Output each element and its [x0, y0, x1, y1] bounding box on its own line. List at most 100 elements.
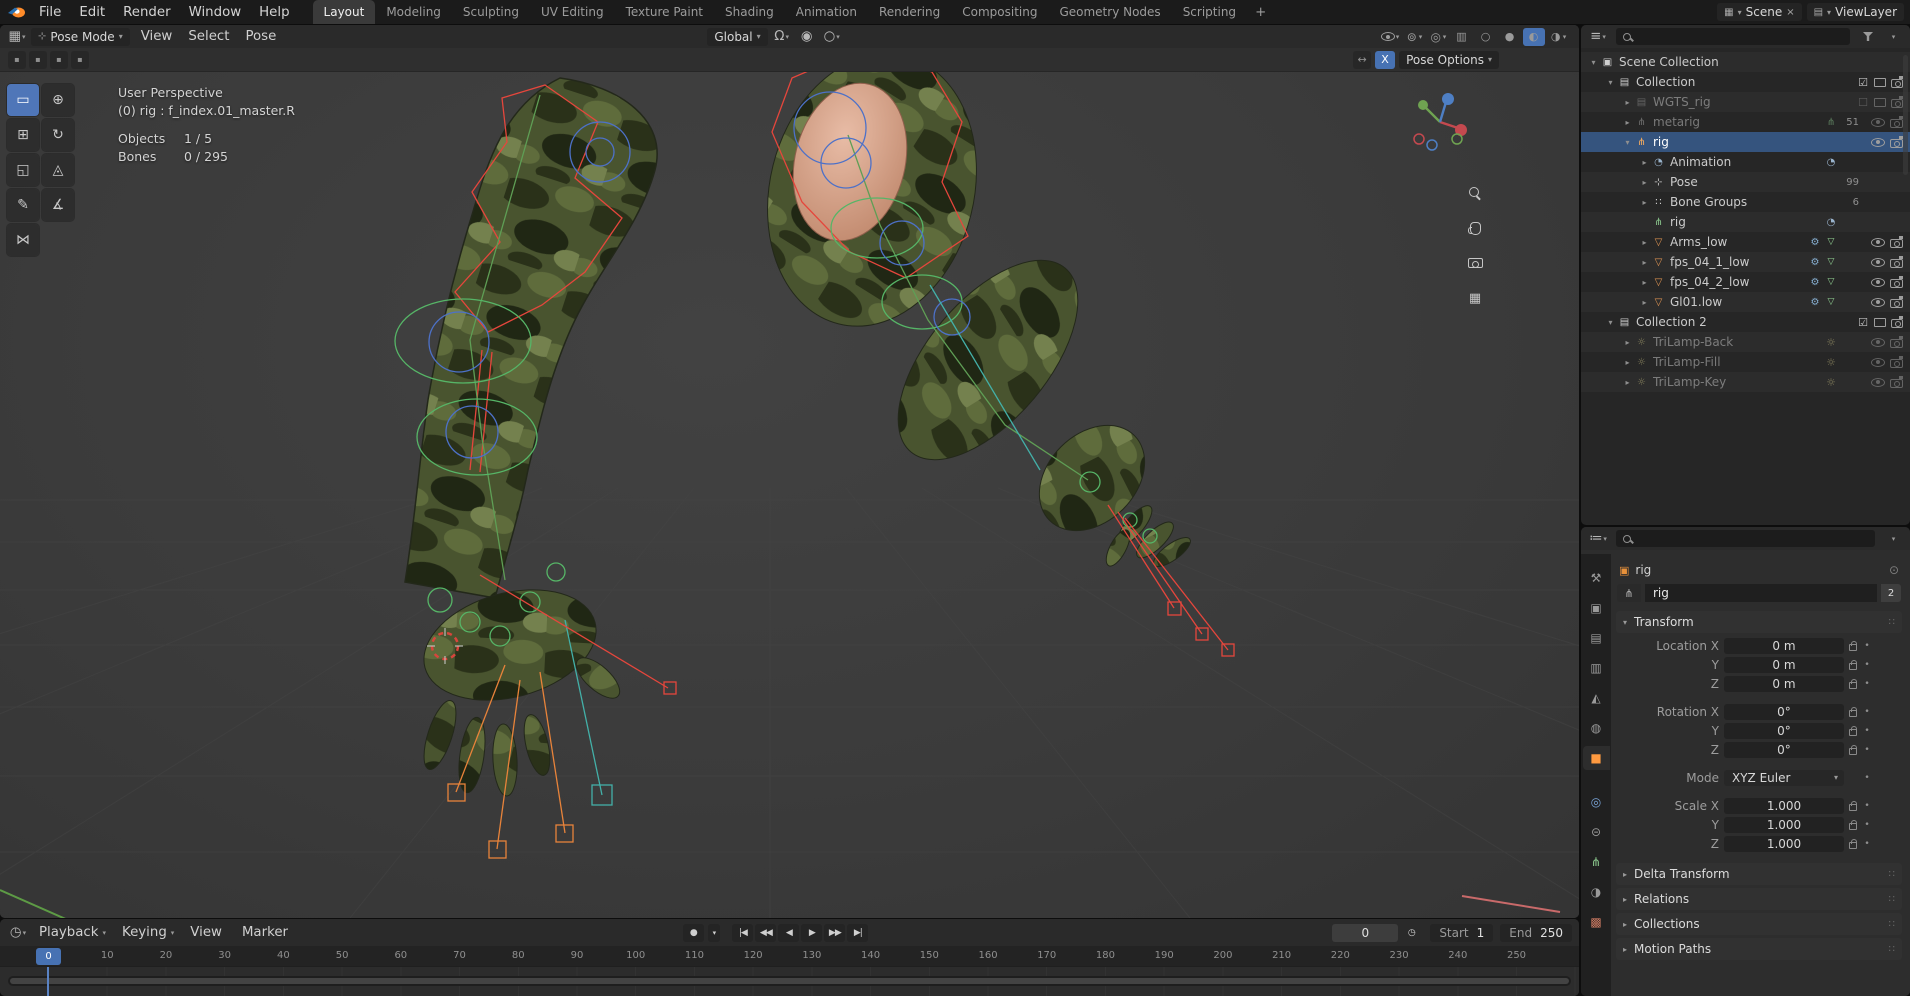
animate-dot-icon[interactable]: • [1862, 745, 1872, 755]
outliner-row[interactable]: ▸ ⊹ Pose 99 [1581, 172, 1910, 192]
expander-icon[interactable]: ▸ [1638, 198, 1651, 207]
workspace-tab[interactable]: Shading [714, 0, 785, 24]
transform-orientation-selector[interactable]: Global ▾ [707, 27, 768, 46]
chevron-down-icon[interactable]: ▾ [1882, 28, 1904, 46]
value-field[interactable]: 1.000 ▾ [1724, 797, 1844, 814]
proportional-editing-icon[interactable]: ◉ [796, 28, 818, 46]
drag-handle-icon[interactable]: ∷ [1889, 894, 1895, 905]
eye-icon[interactable] [1871, 117, 1885, 127]
topbar-menu[interactable]: Edit [70, 0, 114, 24]
workspace-tab[interactable]: Texture Paint [615, 0, 714, 24]
timeline-menu[interactable]: View [182, 919, 234, 946]
outliner-row[interactable]: ▸ ⋔ metarig 51 [1581, 112, 1910, 132]
lightdata-icon[interactable] [1825, 356, 1837, 368]
checkbox-icon[interactable] [1857, 76, 1869, 88]
wrench-icon[interactable] [1809, 236, 1821, 248]
expander-icon[interactable]: ▸ [1638, 298, 1651, 307]
transform-tool[interactable]: ◬ [42, 154, 74, 186]
meshdata-icon[interactable] [1825, 276, 1837, 288]
camera-icon[interactable] [1891, 315, 1903, 328]
scale-tool[interactable]: ◱ [7, 154, 39, 186]
value-field[interactable]: 0 m ▾ [1724, 675, 1844, 692]
play-button[interactable]: ▶ [801, 923, 823, 942]
meshdata-icon[interactable] [1825, 236, 1837, 248]
camera-icon[interactable] [1890, 275, 1903, 288]
checkbox-empty-icon[interactable] [1857, 96, 1869, 108]
drag-handle-icon[interactable]: ∷ [1889, 919, 1895, 930]
start-frame-field[interactable]: Start 1 [1430, 923, 1494, 942]
timeline-menu[interactable]: Playback ▾ [31, 919, 114, 946]
outliner-row[interactable]: ▸ ▤ WGTS_rig [1581, 92, 1910, 112]
animate-dot-icon[interactable]: • [1862, 660, 1872, 670]
value-field[interactable]: 1.000 ▾ [1724, 835, 1844, 852]
value-field[interactable]: 0° ▾ [1724, 722, 1844, 739]
lock-icon[interactable] [1849, 659, 1857, 670]
workspace-tab[interactable]: Rendering [868, 0, 951, 24]
viewport-menu[interactable]: Pose [237, 25, 284, 48]
camera-icon[interactable] [1890, 135, 1903, 148]
topbar-menu[interactable]: File [30, 0, 70, 24]
next-keyframe-button[interactable]: ▶▶ [824, 923, 846, 942]
end-frame-field[interactable]: End 250 [1500, 923, 1572, 942]
scene-selector[interactable]: ▦ ▾ Scene × [1717, 3, 1802, 21]
jump-to-start-button[interactable]: |◀ [732, 923, 754, 942]
breadcrumb[interactable]: rig [1635, 563, 1651, 577]
lock-icon[interactable] [1849, 838, 1857, 849]
expander-icon[interactable]: ▾ [1587, 58, 1600, 67]
camera-icon[interactable] [1890, 355, 1903, 368]
timeline-menu[interactable]: Marker [234, 919, 300, 946]
lock-icon[interactable] [1849, 819, 1857, 830]
expander-icon[interactable]: ▸ [1638, 158, 1651, 167]
outliner-row[interactable]: ▸ ☼ TriLamp-Fill [1581, 352, 1910, 372]
lightdata-icon[interactable] [1825, 336, 1837, 348]
navigation-gizmo[interactable] [1408, 90, 1472, 154]
timeline-menu[interactable]: Keying ▾ [114, 919, 182, 946]
camera-icon[interactable] [1890, 255, 1903, 268]
select-box-tool[interactable]: ▭ [7, 84, 39, 116]
properties-search-input[interactable] [1616, 530, 1875, 547]
users-count-badge[interactable]: 2 [1881, 584, 1901, 602]
expander-icon[interactable]: ▸ [1621, 118, 1634, 127]
camera-icon[interactable] [1891, 95, 1903, 108]
outliner-row[interactable]: ▾ ▤ Collection 2 [1581, 312, 1910, 332]
wrench-icon[interactable] [1809, 276, 1821, 288]
topbar-menu[interactable]: Window [180, 0, 251, 24]
breakdowner-tool[interactable]: ⋈ [7, 224, 39, 256]
camera-icon[interactable] [1890, 295, 1903, 308]
eye-icon[interactable] [1871, 257, 1885, 267]
expander-icon[interactable]: ▸ [1638, 238, 1651, 247]
expander-icon[interactable]: ▾ [1604, 78, 1617, 87]
tool-settings-icon[interactable]: ▪ [71, 50, 89, 69]
animate-dot-icon[interactable]: • [1862, 726, 1872, 736]
outliner-row[interactable]: ▸ ▽ Arms_low [1581, 232, 1910, 252]
lock-icon[interactable] [1849, 744, 1857, 755]
chevron-down-icon[interactable]: ▾ [1882, 530, 1904, 548]
mirror-x-toggle[interactable]: X [1375, 50, 1396, 69]
workspace-tab[interactable]: Layout [312, 0, 376, 24]
value-field[interactable]: 0° ▾ [1724, 741, 1844, 758]
workspace-tab[interactable]: Compositing [951, 0, 1048, 24]
viewport-menu[interactable]: Select [180, 25, 237, 48]
value-field[interactable]: 1.000 ▾ [1724, 816, 1844, 833]
tool-settings-icon[interactable]: ▪ [50, 50, 68, 69]
value-field[interactable]: XYZ Euler ▾ [1724, 769, 1844, 786]
meshdata-icon[interactable] [1825, 296, 1837, 308]
outliner-row[interactable]: ⋔ rig [1581, 212, 1910, 232]
camera-icon[interactable] [1890, 375, 1903, 388]
workspace-tab[interactable]: Animation [785, 0, 868, 24]
zoom-icon[interactable] [1462, 180, 1488, 206]
preview-range-clock-icon[interactable]: ◷ [1401, 924, 1422, 942]
outliner-row[interactable]: ▸ ▽ fps_04_2_low [1581, 272, 1910, 292]
tool-settings-icon[interactable]: ▪ [8, 50, 26, 69]
animate-dot-icon[interactable]: • [1862, 679, 1872, 689]
mode-selector[interactable]: ⊹ Pose Mode ▾ [31, 27, 130, 46]
move-tool[interactable]: ⊞ [7, 119, 39, 151]
playhead-badge[interactable]: 0 [36, 948, 61, 965]
pin-icon[interactable]: ⊙ [1889, 563, 1899, 577]
expander-icon[interactable]: ▸ [1638, 278, 1651, 287]
lock-icon[interactable] [1849, 800, 1857, 811]
editor-type-icon[interactable]: ≔ ▾ [1587, 530, 1609, 548]
topbar-menu[interactable]: Help [250, 0, 298, 24]
outliner-search-input[interactable] [1616, 28, 1850, 45]
proportional-falloff-icon[interactable]: ○ ▾ [821, 28, 843, 46]
